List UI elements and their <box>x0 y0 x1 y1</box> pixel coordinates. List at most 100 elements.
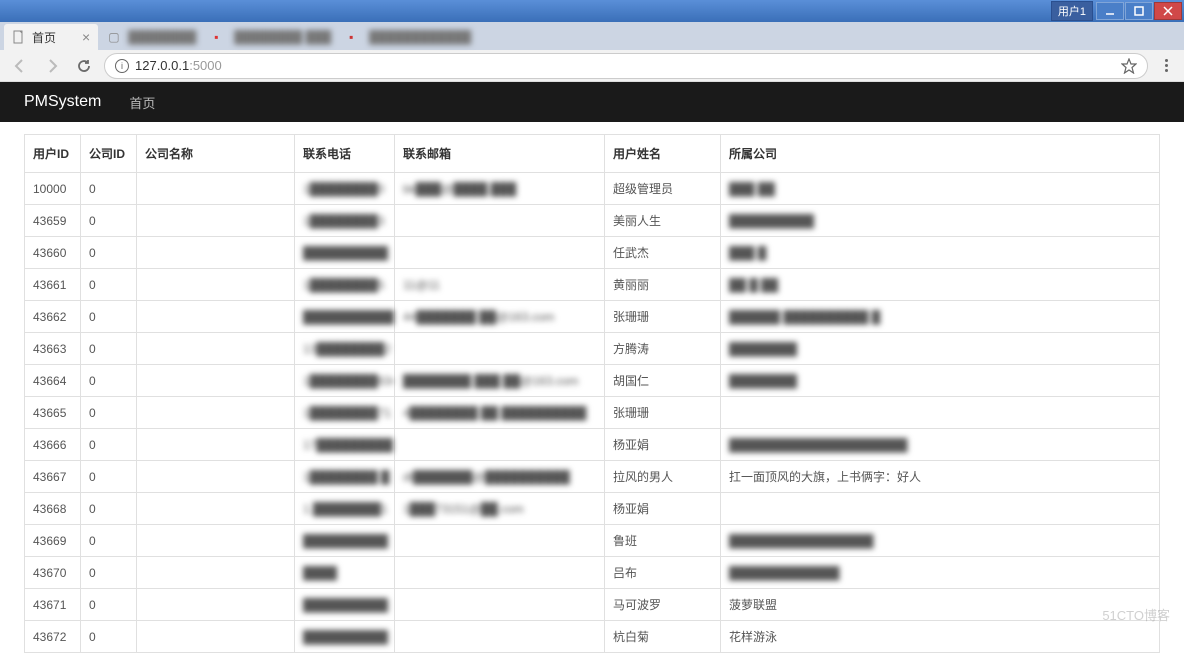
cell-company-name <box>137 557 295 589</box>
cell-user-id: 43665 <box>25 397 81 429</box>
cell-company-id: 0 <box>81 525 137 557</box>
cell-company: █████████████████████ <box>721 429 1160 461</box>
favicon-icon: ▪ <box>349 30 363 44</box>
table-row: 4366701████████ █dt███████@██████████拉风的… <box>25 461 1160 493</box>
cell-phone: ██████████ <box>295 621 395 653</box>
cell-email <box>395 621 605 653</box>
table-row: 4365901████████3美丽人生██████████ <box>25 205 1160 237</box>
table-row: 436720██████████杭白菊花样游泳 <box>25 621 1160 653</box>
window-maximize-button[interactable] <box>1125 2 1153 20</box>
cell-phone: ██████████ <box>295 525 395 557</box>
cell-user-name: 马可波罗 <box>605 589 721 621</box>
address-bar[interactable]: i 127.0.0.1:5000 <box>104 53 1148 79</box>
cell-company-name <box>137 237 295 269</box>
cell-company-name <box>137 525 295 557</box>
cell-user-id: 43659 <box>25 205 81 237</box>
cell-company-name <box>137 429 295 461</box>
cell-user-id: 43668 <box>25 493 81 525</box>
cell-email <box>395 589 605 621</box>
cell-user-name: 杭白菊 <box>605 621 721 653</box>
cell-company-id: 0 <box>81 173 137 205</box>
site-info-icon[interactable]: i <box>115 59 129 73</box>
cell-company-id: 0 <box>81 365 137 397</box>
bookmark-star-icon[interactable] <box>1121 58 1137 74</box>
cell-company <box>721 493 1160 525</box>
page-favicon-icon <box>12 30 26 44</box>
cell-user-name: 黄丽丽 <box>605 269 721 301</box>
cell-user-name: 方腾涛 <box>605 333 721 365</box>
cell-company-name <box>137 621 295 653</box>
cell-phone: 1████████71 <box>295 397 395 429</box>
cell-email: dt███████@██████████ <box>395 461 605 493</box>
cell-user-id: 43669 <box>25 525 81 557</box>
cell-phone: 1████████5 <box>295 269 395 301</box>
cell-user-id: 43660 <box>25 237 81 269</box>
cell-user-id: 43661 <box>25 269 81 301</box>
nav-reload-button[interactable] <box>72 54 96 78</box>
cell-user-id: 43672 <box>25 621 81 653</box>
table-header-row: 用户ID 公司ID 公司名称 联系电话 联系邮箱 用户姓名 所属公司 <box>25 135 1160 173</box>
content: 用户ID 公司ID 公司名称 联系电话 联系邮箱 用户姓名 所属公司 10000… <box>0 122 1184 665</box>
nav-forward-button[interactable] <box>40 54 64 78</box>
table-row: 4366101████████511@11黄丽丽██ █ ██ <box>25 269 1160 301</box>
cell-company-id: 0 <box>81 269 137 301</box>
nav-link-home[interactable]: 首页 <box>129 93 155 112</box>
cell-phone: ██████████ <box>295 237 395 269</box>
cell-user-name: 超级管理员 <box>605 173 721 205</box>
table-row: 1000001████████0bk███@████.███超级管理员███ █… <box>25 173 1160 205</box>
cell-user-name: 鲁班 <box>605 525 721 557</box>
table-row: 43663013████████2方腾涛████████ <box>25 333 1160 365</box>
tab-title: ████████ ███ <box>234 30 331 44</box>
table-row: 436690██████████鲁班█████████████████ <box>25 525 1160 557</box>
cell-company-name <box>137 365 295 397</box>
table-row: 436620███████████44███████ ██@163.com张珊珊… <box>25 301 1160 333</box>
browser-tab[interactable]: ▪ ████████ ███ <box>206 24 339 50</box>
cell-company-id: 0 <box>81 333 137 365</box>
tab-title: ████████████ <box>369 30 471 44</box>
table-row: 4366501████████714████████ ██ ██████████… <box>25 397 1160 429</box>
cell-user-name: 胡国仁 <box>605 365 721 397</box>
cell-phone: ██████████ <box>295 589 395 621</box>
users-table: 用户ID 公司ID 公司名称 联系电话 联系邮箱 用户姓名 所属公司 10000… <box>24 134 1160 653</box>
browser-menu-button[interactable] <box>1156 59 1176 72</box>
cell-email: bk███@████.███ <box>395 173 605 205</box>
tab-close-icon[interactable]: × <box>82 29 90 45</box>
cell-user-id: 43663 <box>25 333 81 365</box>
cell-user-id: 43662 <box>25 301 81 333</box>
table-row: 4366801.████████11███73151@██.com杨亚娟 <box>25 493 1160 525</box>
cell-company-id: 0 <box>81 589 137 621</box>
table-row: 436700 ████吕布█████████████ <box>25 557 1160 589</box>
favicon-icon: ▪ <box>214 30 228 44</box>
cell-phone: 1████████634 <box>295 365 395 397</box>
browser-tab[interactable]: ▢ ████████ <box>100 24 204 50</box>
cell-company: 扛一面顶风的大旗，上书俩字：好人 <box>721 461 1160 493</box>
browser-tab-active[interactable]: 首页 × <box>4 24 98 50</box>
cell-company-name <box>137 397 295 429</box>
cell-company-id: 0 <box>81 621 137 653</box>
table-row: 436600██████████任武杰███ █ <box>25 237 1160 269</box>
favicon-icon: ▢ <box>108 30 122 44</box>
window-minimize-button[interactable] <box>1096 2 1124 20</box>
cell-email: ████████ ███ ██@163.com <box>395 365 605 397</box>
cell-phone: ████ <box>295 557 395 589</box>
cell-company: ██ █ ██ <box>721 269 1160 301</box>
table-row: 43666017█████████1杨亚娟███████████████████… <box>25 429 1160 461</box>
col-company-id: 公司ID <box>81 135 137 173</box>
cell-company: ████████ <box>721 333 1160 365</box>
cell-company-name <box>137 461 295 493</box>
cell-user-name: 拉风的男人 <box>605 461 721 493</box>
tab-title: 首页 <box>32 29 56 46</box>
window-close-button[interactable] <box>1154 2 1182 20</box>
cell-user-name: 吕布 <box>605 557 721 589</box>
nav-back-button[interactable] <box>8 54 32 78</box>
cell-company: ████████ <box>721 365 1160 397</box>
browser-tab[interactable]: ▪ ████████████ <box>341 24 479 50</box>
tab-title: ████████ <box>128 30 196 44</box>
cell-user-name: 美丽人生 <box>605 205 721 237</box>
cell-company: 菠萝联盟 <box>721 589 1160 621</box>
os-titlebar: 用户1 <box>0 0 1184 22</box>
cell-phone: 1████████3 <box>295 205 395 237</box>
cell-phone: 1████████0 <box>295 173 395 205</box>
app-brand[interactable]: PMSystem <box>24 93 101 111</box>
cell-email: 44███████ ██@163.com <box>395 301 605 333</box>
